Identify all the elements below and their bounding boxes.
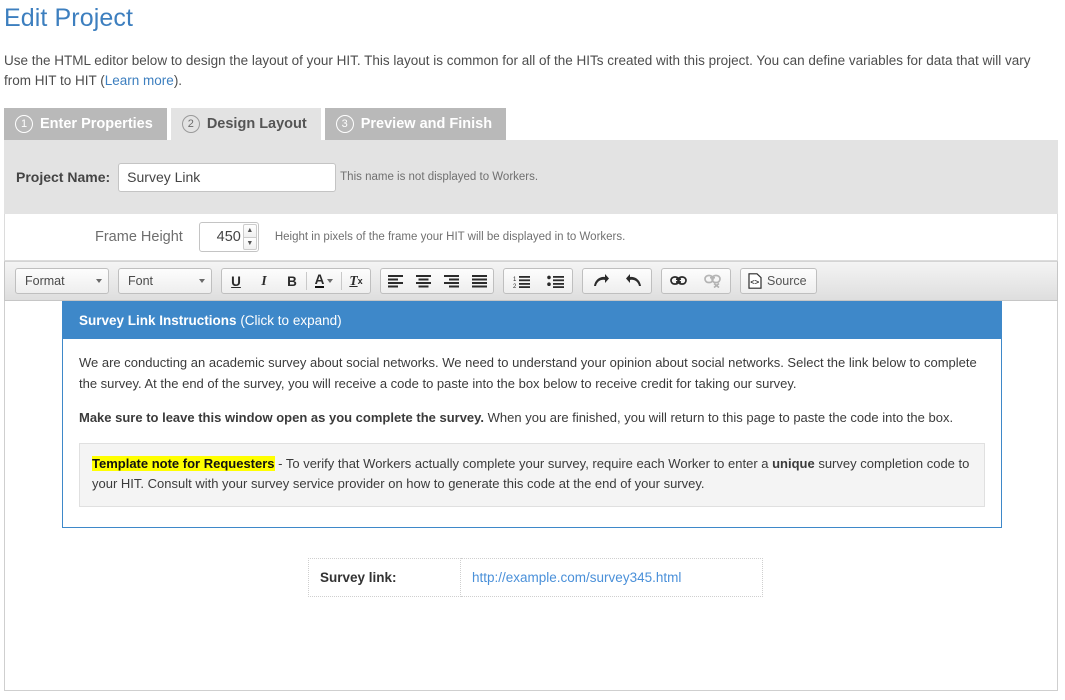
instructions-paragraph-1: We are conducting an academic survey abo… xyxy=(79,355,977,391)
project-name-panel: Project Name: This name is not displayed… xyxy=(4,140,1058,214)
instructions-paragraph-2-rest: When you are finished, you will return t… xyxy=(484,410,954,425)
undo-redo-group xyxy=(582,268,652,294)
underline-icon[interactable]: U xyxy=(222,269,250,293)
tab-enter-properties[interactable]: 1 Enter Properties xyxy=(4,108,167,140)
format-dropdown-label: Format xyxy=(25,274,65,288)
list-group: 12 xyxy=(503,268,573,294)
tab-label-preview-and-finish: Preview and Finish xyxy=(360,116,493,132)
tab-label-enter-properties: Enter Properties xyxy=(40,116,153,132)
svg-text:2: 2 xyxy=(513,284,517,288)
frame-height-hint: Height in pixels of the frame your HIT w… xyxy=(274,231,626,243)
unlink-icon[interactable] xyxy=(696,269,730,293)
frame-height-stepper[interactable]: 450 ▲ ▼ xyxy=(198,222,259,252)
wizard-tabs: 1 Enter Properties 2 Design Layout 3 Pre… xyxy=(4,108,1065,140)
survey-link-instructions-title: Survey Link Instructions xyxy=(79,313,237,328)
italic-icon[interactable]: I xyxy=(250,269,278,293)
redo-icon[interactable] xyxy=(583,269,617,293)
tab-number-2: 2 xyxy=(181,115,200,133)
text-color-icon[interactable]: A xyxy=(307,269,341,293)
text-style-group: U I B A Tx xyxy=(221,268,371,294)
bold-icon[interactable]: B xyxy=(278,269,306,293)
instructions-paragraph-2-bold: Make sure to leave this window open as y… xyxy=(79,410,485,425)
link-group xyxy=(661,268,731,294)
align-center-icon[interactable] xyxy=(409,269,437,293)
tab-number-3: 3 xyxy=(335,115,354,133)
tab-design-layout[interactable]: 2 Design Layout xyxy=(170,108,321,140)
project-name-hint: This name is not displayed to Workers. xyxy=(340,171,539,183)
table-row: Survey link: http://example.com/survey34… xyxy=(308,558,763,597)
survey-link-instructions-body: We are conducting an academic survey abo… xyxy=(63,339,1001,527)
page-title: Edit Project xyxy=(4,4,134,32)
alignment-group xyxy=(380,268,494,294)
intro-text-part2: ). xyxy=(173,73,183,88)
format-dropdown[interactable]: Format xyxy=(16,269,108,293)
source-group: <> Source xyxy=(740,268,817,294)
survey-link-instructions-header[interactable]: Survey Link Instructions (Click to expan… xyxy=(63,302,1001,339)
numbered-list-icon[interactable]: 12 xyxy=(504,269,538,293)
chevron-down-icon xyxy=(96,279,102,283)
align-left-icon[interactable] xyxy=(381,269,409,293)
align-right-icon[interactable] xyxy=(437,269,465,293)
template-note-part1: - To verify that Workers actually comple… xyxy=(274,455,773,471)
chevron-down-icon xyxy=(199,279,205,283)
svg-text:1: 1 xyxy=(513,277,517,283)
survey-link-label: Survey link: xyxy=(308,558,461,597)
editor-content-area[interactable]: Survey Link Instructions (Click to expan… xyxy=(4,301,1058,691)
intro-text: Use the HTML editor below to design the … xyxy=(0,51,1040,91)
font-dropdown-group: Font xyxy=(118,268,212,294)
editor-toolbar: Format Font U I B A Tx 1 2 <> Source xyxy=(4,261,1058,301)
tab-label-design-layout: Design Layout xyxy=(206,116,307,132)
survey-link-instructions-box: Survey Link Instructions (Click to expan… xyxy=(62,301,1002,528)
link-icon[interactable] xyxy=(662,269,696,293)
project-name-input[interactable] xyxy=(118,162,337,192)
tab-number-1: 1 xyxy=(15,115,33,133)
svg-text:<>: <> xyxy=(750,278,759,287)
spin-down-icon[interactable]: ▼ xyxy=(242,236,257,250)
tab-preview-and-finish[interactable]: 3 Preview and Finish xyxy=(324,108,507,140)
align-justify-icon[interactable] xyxy=(465,269,493,293)
font-dropdown-label: Font xyxy=(128,274,154,288)
format-dropdown-group: Format xyxy=(15,268,109,294)
source-icon: <> xyxy=(748,273,762,289)
source-button[interactable]: <> Source xyxy=(741,269,816,293)
frame-height-spin-buttons: ▲ ▼ xyxy=(242,224,257,250)
undo-icon[interactable] xyxy=(617,269,651,293)
frame-height-panel: Frame Height 450 ▲ ▼ Height in pixels of… xyxy=(4,214,1058,261)
spin-up-icon[interactable]: ▲ xyxy=(242,224,257,237)
chevron-down-icon xyxy=(327,279,334,283)
frame-height-label: Frame Height xyxy=(95,229,183,245)
survey-link-instructions-subtitle: (Click to expand) xyxy=(240,313,342,328)
template-note-highlight: Template note for Requesters xyxy=(92,455,275,471)
remove-format-icon[interactable]: Tx xyxy=(342,269,370,293)
template-note-bold: unique xyxy=(772,455,815,471)
survey-link-url[interactable]: http://example.com/survey345.html xyxy=(472,570,681,585)
learn-more-link[interactable]: Learn more xyxy=(105,73,174,88)
frame-height-value: 450 xyxy=(216,229,241,245)
source-button-label: Source xyxy=(767,274,807,288)
bulleted-list-icon[interactable] xyxy=(538,269,572,293)
template-note-box: Template note for Requesters - To verify… xyxy=(79,442,985,507)
font-dropdown[interactable]: Font xyxy=(119,269,211,293)
survey-link-value-cell: http://example.com/survey345.html xyxy=(460,558,763,597)
instructions-paragraph-2: Make sure to leave this window open as y… xyxy=(79,408,985,429)
project-name-label: Project Name: xyxy=(16,169,111,185)
survey-link-table: Survey link: http://example.com/survey34… xyxy=(308,558,763,597)
